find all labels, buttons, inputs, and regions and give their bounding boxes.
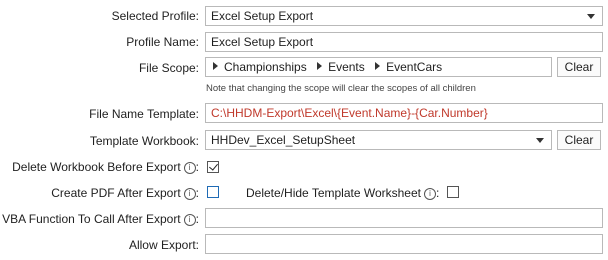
delete-workbook-checkbox[interactable] [207, 161, 219, 173]
file-name-template-label: File Name Template: [89, 107, 199, 121]
allow-export-input[interactable] [205, 234, 603, 254]
chevron-down-icon [587, 14, 595, 19]
info-icon[interactable]: i [423, 188, 436, 200]
scope-crumb-championships[interactable]: Championships [213, 58, 307, 76]
create-pdf-label: Create PDF After Export i: [51, 186, 199, 200]
info-icon[interactable]: i [183, 162, 196, 174]
selected-profile-value: Excel Setup Export [211, 9, 314, 23]
chevron-right-icon [375, 62, 381, 70]
file-scope-note: Note that changing the scope will clear … [206, 83, 476, 94]
create-pdf-checkbox[interactable] [207, 186, 219, 198]
selected-profile-dropdown[interactable]: Excel Setup Export [205, 6, 603, 26]
file-scope-breadcrumb[interactable]: Championships Events EventCars [205, 57, 552, 77]
scope-crumb-events[interactable]: Events [317, 58, 365, 76]
template-workbook-value: HHDev_Excel_SetupSheet [211, 133, 356, 147]
info-icon[interactable]: i [183, 188, 196, 200]
file-scope-label: File Scope: [138, 61, 199, 75]
selected-profile-label: Selected Profile: [111, 9, 199, 23]
delete-hide-template-checkbox[interactable] [447, 186, 459, 198]
template-workbook-label: Template Workbook: [89, 134, 199, 148]
template-workbook-clear-button[interactable]: Clear [557, 130, 601, 150]
template-workbook-dropdown[interactable]: HHDev_Excel_SetupSheet [205, 130, 552, 150]
delete-workbook-label: Delete Workbook Before Export i: [12, 160, 199, 174]
chevron-down-icon [536, 138, 544, 143]
profile-name-input[interactable]: Excel Setup Export [205, 32, 603, 52]
profile-name-value: Excel Setup Export [211, 35, 314, 49]
vba-function-label: VBA Function To Call After Export i: [2, 212, 199, 226]
vba-function-input[interactable] [205, 208, 603, 228]
file-scope-clear-button[interactable]: Clear [557, 57, 601, 77]
profile-name-label: Profile Name: [126, 35, 199, 49]
info-icon[interactable]: i [183, 214, 196, 226]
allow-export-label: Allow Export: [128, 238, 199, 252]
file-name-template-value: C:\HHDM-Export\Excel\{Event.Name}-{Car.N… [211, 106, 488, 120]
delete-hide-template-label: Delete/Hide Template Worksheet i: [246, 186, 440, 200]
chevron-right-icon [317, 62, 323, 70]
check-icon [209, 161, 218, 171]
chevron-right-icon [213, 62, 218, 70]
file-name-template-input[interactable]: C:\HHDM-Export\Excel\{Event.Name}-{Car.N… [205, 103, 603, 123]
scope-crumb-eventcars[interactable]: EventCars [375, 58, 442, 76]
